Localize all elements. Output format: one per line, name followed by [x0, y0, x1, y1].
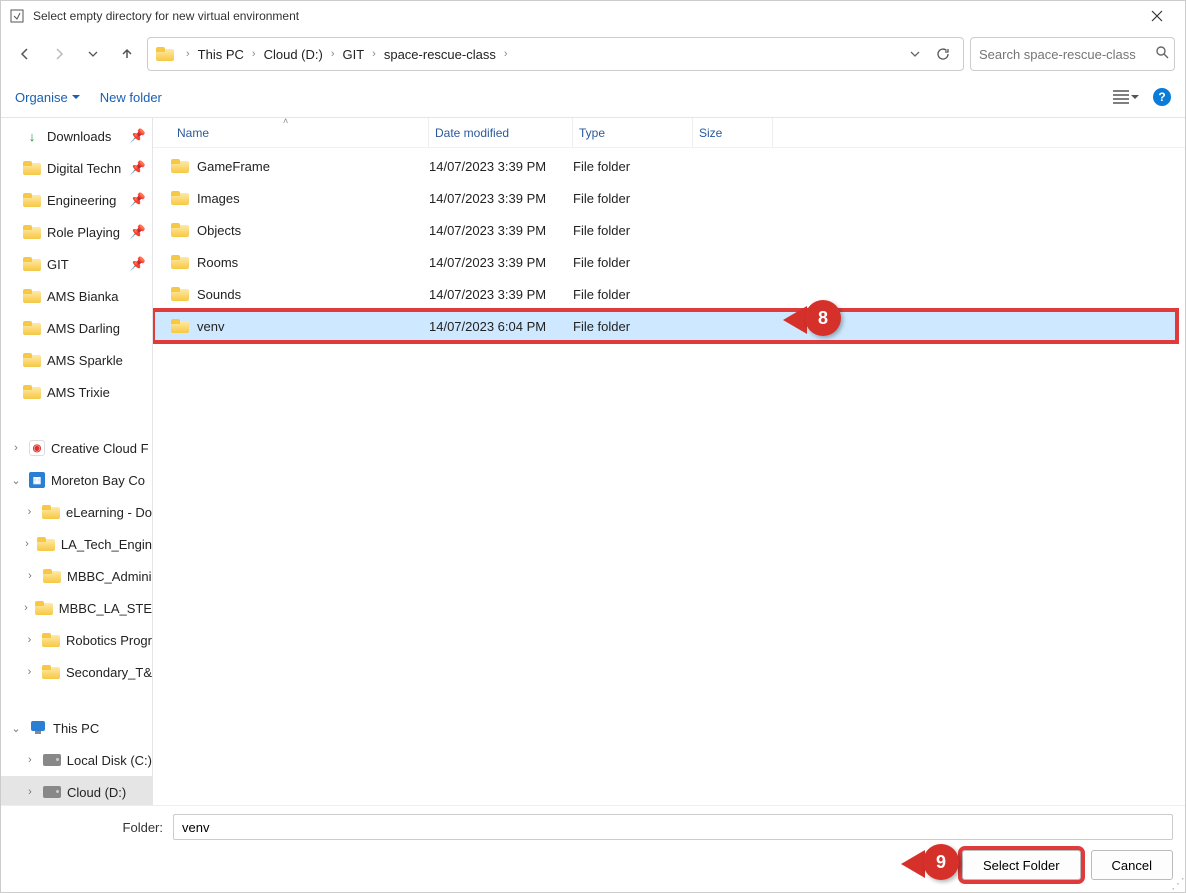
file-row-venv[interactable]: venv14/07/2023 6:04 PMFile folder — [153, 310, 1177, 342]
address-dropdown[interactable] — [901, 40, 929, 68]
sidebar-mbchild-5[interactable]: ›Secondary_T& — [1, 656, 152, 688]
folder-input[interactable] — [173, 814, 1173, 840]
folder-icon — [171, 319, 189, 333]
window-title: Select empty directory for new virtual e… — [33, 9, 299, 23]
annotation-8-arrow — [783, 306, 807, 334]
sidebar-quick-6[interactable]: AMS Darling — [1, 312, 152, 344]
file-row-images[interactable]: Images14/07/2023 3:39 PMFile folder — [153, 182, 1185, 214]
sidebar-quick-7[interactable]: AMS Sparkle — [1, 344, 152, 376]
pin-icon: 📌 — [130, 160, 146, 176]
file-list[interactable]: GameFrame14/07/2023 3:39 PMFile folderIm… — [153, 148, 1185, 805]
folder-icon — [171, 255, 189, 269]
folder-icon — [42, 505, 60, 519]
folder-icon — [171, 223, 189, 237]
new-folder-button[interactable]: New folder — [100, 90, 162, 105]
sort-indicator: ˄ — [283, 116, 288, 126]
folder-icon — [43, 569, 61, 583]
crumb-thispc[interactable]: This PC — [196, 47, 246, 62]
annotation-8: 8 — [805, 300, 841, 336]
address-bar[interactable]: › This PC › Cloud (D:) › GIT › space-res… — [147, 37, 964, 71]
sidebar-mid-0[interactable]: ›◉Creative Cloud F — [1, 432, 152, 464]
folder-icon — [42, 665, 60, 679]
folder-icon — [23, 161, 41, 175]
help-button[interactable]: ? — [1153, 88, 1171, 106]
annotation-9: 9 — [923, 844, 959, 880]
sidebar-quick-1[interactable]: Digital Techn📌 — [1, 152, 152, 184]
folder-icon — [171, 191, 189, 205]
folder-icon — [171, 159, 189, 173]
annotation-9-arrow — [901, 850, 925, 878]
cancel-button[interactable]: Cancel — [1091, 850, 1173, 880]
search-box[interactable] — [970, 37, 1175, 71]
pin-icon: 📌 — [130, 128, 146, 144]
sidebar-drive-0[interactable]: ›Local Disk (C:) — [1, 744, 152, 776]
folder-icon — [23, 289, 41, 303]
folder-icon — [37, 537, 55, 551]
sidebar-quick-0[interactable]: ↓Downloads📌 — [1, 120, 152, 152]
sidebar-mbchild-3[interactable]: ›MBBC_LA_STE — [1, 592, 152, 624]
navigation-pane: ↓Downloads📌Digital Techn📌Engineering📌Rol… — [1, 118, 153, 805]
crumb-cloud[interactable]: Cloud (D:) — [262, 47, 325, 62]
sidebar-mbchild-2[interactable]: ›MBBC_Admini — [1, 560, 152, 592]
select-folder-button[interactable]: Select Folder — [962, 850, 1081, 880]
folder-icon — [156, 47, 174, 61]
sidebar-quick-8[interactable]: AMS Trixie — [1, 376, 152, 408]
pin-icon: 📌 — [130, 256, 146, 272]
sidebar-thispc[interactable]: ⌄This PC — [1, 712, 152, 744]
organise-menu[interactable]: Organise — [15, 90, 80, 105]
file-row-sounds[interactable]: Sounds14/07/2023 3:39 PMFile folder — [153, 278, 1185, 310]
drive-icon — [43, 754, 61, 766]
sidebar-mbchild-0[interactable]: ›eLearning - Do — [1, 496, 152, 528]
download-icon: ↓ — [23, 129, 41, 143]
folder-icon — [23, 193, 41, 207]
sidebar-quick-3[interactable]: Role Playing📌 — [1, 216, 152, 248]
back-button[interactable] — [11, 40, 39, 68]
file-row-rooms[interactable]: Rooms14/07/2023 3:39 PMFile folder — [153, 246, 1185, 278]
creative-cloud-icon: ◉ — [29, 440, 45, 456]
folder-icon — [35, 601, 53, 615]
folder-icon — [23, 321, 41, 335]
file-row-gameframe[interactable]: GameFrame14/07/2023 3:39 PMFile folder — [153, 150, 1185, 182]
sidebar-quick-5[interactable]: AMS Bianka — [1, 280, 152, 312]
sidebar-drive-1[interactable]: ›Cloud (D:) — [1, 776, 152, 805]
folder-icon — [42, 633, 60, 647]
org-icon: ▦ — [29, 472, 45, 488]
folder-label: Folder: — [13, 820, 163, 835]
app-icon — [9, 8, 25, 24]
file-row-objects[interactable]: Objects14/07/2023 3:39 PMFile folder — [153, 214, 1185, 246]
sidebar-mbchild-4[interactable]: ›Robotics Progr — [1, 624, 152, 656]
pc-icon — [29, 721, 47, 735]
drive-icon — [43, 786, 61, 798]
crumb-git[interactable]: GIT — [341, 47, 367, 62]
search-input[interactable] — [979, 47, 1155, 62]
refresh-button[interactable] — [929, 40, 957, 68]
folder-icon — [23, 225, 41, 239]
sidebar-mid-1[interactable]: ⌄▦Moreton Bay Co — [1, 464, 152, 496]
recent-dropdown[interactable] — [79, 40, 107, 68]
folder-icon — [171, 287, 189, 301]
up-button[interactable] — [113, 40, 141, 68]
sidebar-mbchild-1[interactable]: ›LA_Tech_Engin — [1, 528, 152, 560]
folder-icon — [23, 257, 41, 271]
pin-icon: 📌 — [130, 224, 146, 240]
folder-icon — [23, 353, 41, 367]
pin-icon: 📌 — [130, 192, 146, 208]
column-headers[interactable]: Name˄ Date modified Type Size — [153, 118, 1185, 148]
sidebar-quick-4[interactable]: GIT📌 — [1, 248, 152, 280]
view-menu[interactable] — [1113, 90, 1139, 104]
close-button[interactable] — [1137, 3, 1177, 29]
crumb-current[interactable]: space-rescue-class — [382, 47, 498, 62]
search-icon — [1155, 45, 1169, 64]
folder-icon — [23, 385, 41, 399]
forward-button[interactable] — [45, 40, 73, 68]
sidebar-quick-2[interactable]: Engineering📌 — [1, 184, 152, 216]
